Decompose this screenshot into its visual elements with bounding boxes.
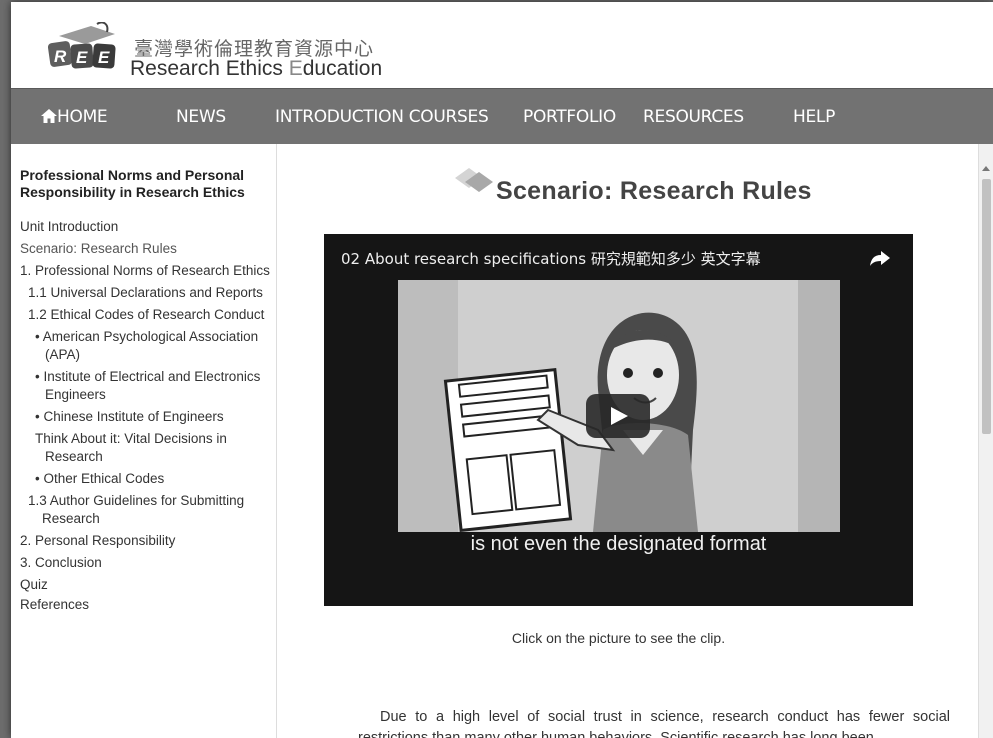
video-caption: Click on the picture to see the clip. bbox=[511, 630, 726, 646]
share-icon[interactable] bbox=[869, 249, 891, 267]
sidebar-item-other-codes[interactable]: • Other Ethical Codes bbox=[20, 470, 276, 488]
sidebar-item-conclusion[interactable]: 3. Conclusion bbox=[20, 554, 276, 572]
sidebar-item-personal-responsibility[interactable]: 2. Personal Responsibility bbox=[20, 532, 276, 550]
main-nav: HOME NEWS INTRODUCTION COURSES PORTFOLIO… bbox=[11, 88, 993, 144]
nav-home-label: HOME bbox=[57, 107, 108, 127]
svg-text:E: E bbox=[98, 48, 110, 67]
sidebar-item-scenario[interactable]: Scenario: Research Rules bbox=[20, 240, 276, 258]
page-title: Scenario: Research Rules bbox=[496, 177, 812, 205]
scroll-up-arrow-icon[interactable] bbox=[982, 166, 990, 171]
diamond-icon bbox=[455, 168, 493, 192]
nav-help[interactable]: HELP bbox=[793, 107, 835, 127]
play-button[interactable] bbox=[586, 394, 650, 438]
sidebar-item-think-about-it[interactable]: Think About it: Vital Decisions in Resea… bbox=[20, 430, 276, 466]
video-subtitle: is not even the designated format bbox=[470, 533, 767, 555]
nav-resources[interactable]: RESOURCES bbox=[643, 107, 744, 127]
svg-text:E: E bbox=[76, 48, 88, 67]
nav-portfolio[interactable]: PORTFOLIO bbox=[523, 107, 616, 127]
sidebar-item-quiz[interactable]: Quiz bbox=[20, 576, 276, 594]
body-paragraph: Due to a high level of social trust in s… bbox=[358, 709, 950, 738]
sidebar-item-apa[interactable]: • American Psychological Association (AP… bbox=[20, 328, 276, 364]
ree-logo[interactable]: R E E bbox=[45, 22, 125, 78]
browser-page: R E E 臺灣學術倫理教育資源中心 Research Ethics Educa… bbox=[11, 2, 993, 738]
nav-news[interactable]: NEWS bbox=[176, 107, 226, 127]
sidebar-item-ieee[interactable]: • Institute of Electrical and Electronic… bbox=[20, 368, 276, 404]
sidebar-item-references[interactable]: References bbox=[20, 596, 276, 614]
video-title[interactable]: 02 About research specifications 研究規範知多少… bbox=[341, 248, 761, 269]
home-icon bbox=[41, 109, 57, 123]
nav-introduction-courses[interactable]: INTRODUCTION COURSES bbox=[275, 107, 489, 127]
unit-sidebar: Professional Norms and Personal Responsi… bbox=[11, 144, 277, 738]
scrollbar-thumb[interactable] bbox=[982, 179, 991, 434]
main-content: Scenario: Research Rules 02 About resear… bbox=[278, 144, 978, 738]
sidebar-item-cie[interactable]: • Chinese Institute of Engineers bbox=[20, 408, 276, 426]
sidebar-item-unit-introduction[interactable]: Unit Introduction bbox=[20, 218, 276, 236]
vertical-scrollbar[interactable] bbox=[978, 144, 993, 738]
site-header: R E E 臺灣學術倫理教育資源中心 Research Ethics Educa… bbox=[11, 2, 993, 88]
sidebar-menu: Unit Introduction Scenario: Research Rul… bbox=[20, 218, 276, 618]
sidebar-item-universal-declarations[interactable]: 1.1 Universal Declarations and Reports bbox=[20, 284, 276, 302]
sidebar-title: Professional Norms and Personal Responsi… bbox=[20, 167, 245, 200]
sidebar-item-professional-norms[interactable]: 1. Professional Norms of Research Ethics bbox=[20, 262, 276, 280]
sidebar-item-author-guidelines[interactable]: 1.3 Author Guidelines for Submitting Res… bbox=[20, 492, 276, 528]
video-player[interactable]: 02 About research specifications 研究規範知多少… bbox=[324, 234, 913, 606]
sidebar-item-ethical-codes[interactable]: 1.2 Ethical Codes of Research Conduct bbox=[20, 306, 276, 324]
svg-text:R: R bbox=[54, 47, 67, 66]
nav-home[interactable]: HOME bbox=[41, 107, 108, 127]
site-name-english: Research Ethics Education bbox=[130, 57, 383, 80]
